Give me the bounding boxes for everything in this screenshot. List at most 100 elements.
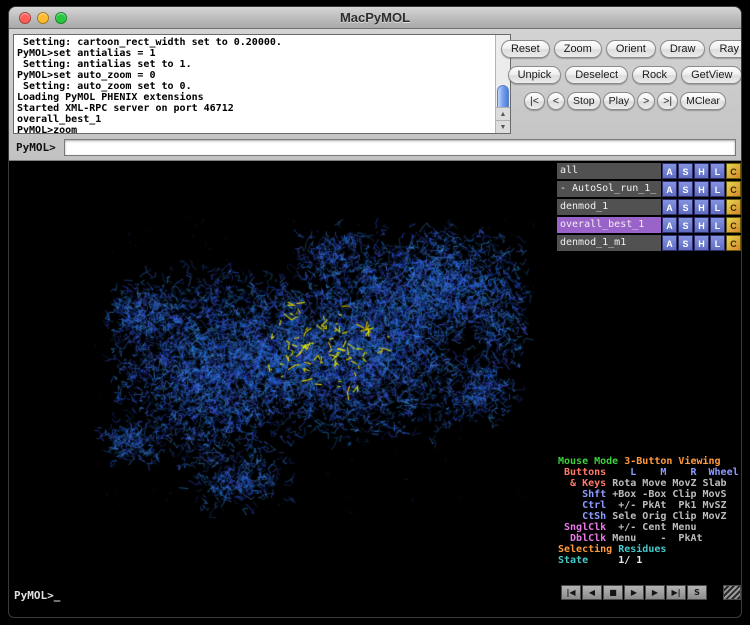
- object-menu-h[interactable]: H: [694, 181, 709, 197]
- object-menu-l[interactable]: L: [710, 199, 725, 215]
- console-line: Started XML-RPC server on port 46712: [17, 103, 492, 114]
- vcr-button-2[interactable]: ■: [603, 585, 623, 600]
- object-menu-l[interactable]: L: [710, 235, 725, 251]
- console-line: overall_best_1: [17, 114, 492, 125]
- vcr-button-5[interactable]: ▶|: [666, 585, 686, 600]
- object-row: - AutoSol_run_1_ASHLC: [557, 181, 741, 197]
- mouse-panel-text: L M R Wheel: [606, 467, 738, 478]
- ctl-play[interactable]: Play: [603, 92, 635, 110]
- object-menu-c[interactable]: C: [726, 181, 741, 197]
- ctl-zoom[interactable]: Zoom: [554, 40, 602, 58]
- object-name[interactable]: overall_best_1: [557, 217, 661, 233]
- command-prompt-row: PyMOL>: [9, 138, 741, 158]
- object-menu-s[interactable]: S: [678, 199, 693, 215]
- object-menu-h[interactable]: H: [694, 163, 709, 179]
- object-menu-a[interactable]: A: [662, 235, 677, 251]
- desktop: MacPyMOL Setting: cartoon_rect_width set…: [0, 0, 750, 625]
- object-menu-l[interactable]: L: [710, 163, 725, 179]
- viewer-area: PyMOL>_ allASHLC- AutoSol_run_1_ASHLCden…: [9, 161, 742, 618]
- mouse-panel-line: State 1/ 1: [558, 555, 739, 566]
- mouse-panel-line: SnglClk +/- Cent Menu: [558, 522, 739, 533]
- vcr-button-3[interactable]: ▶: [624, 585, 644, 600]
- object-menu-h[interactable]: H: [694, 235, 709, 251]
- ctl-unpick[interactable]: Unpick: [508, 66, 562, 84]
- mouse-panel-text: Menu - PkAt: [606, 533, 702, 544]
- macpymol-window: MacPyMOL Setting: cartoon_rect_width set…: [8, 6, 742, 618]
- vcr-button-1[interactable]: ◀: [582, 585, 602, 600]
- pymol-command-input[interactable]: [64, 139, 736, 156]
- object-menu-l[interactable]: L: [710, 181, 725, 197]
- resize-grip[interactable]: [723, 585, 741, 600]
- mouse-panel-text: SnglClk: [558, 522, 606, 533]
- mouse-panel-text: DblClk: [558, 533, 606, 544]
- mouse-panel-text: 1/ 1: [588, 555, 642, 566]
- object-menu-c[interactable]: C: [726, 235, 741, 251]
- object-row: denmod_1_m1ASHLC: [557, 235, 741, 251]
- internal-gui-sidebar: allASHLC- AutoSol_run_1_ASHLCdenmod_1ASH…: [555, 161, 742, 618]
- object-menu-a[interactable]: A: [662, 181, 677, 197]
- ctl-[interactable]: >: [637, 92, 655, 110]
- mouse-panel-line: Ctrl +/- PkAt Pk1 MvSZ: [558, 500, 739, 511]
- titlebar[interactable]: MacPyMOL: [9, 7, 741, 29]
- console-line: Setting: cartoon_rect_width set to 0.200…: [17, 37, 492, 48]
- mouse-panel-text: +/- Cent Menu: [606, 522, 696, 533]
- object-menu-s[interactable]: S: [678, 217, 693, 233]
- object-menu-c[interactable]: C: [726, 163, 741, 179]
- upper-control-panel: Setting: cartoon_rect_width set to 0.200…: [9, 29, 741, 161]
- object-name[interactable]: denmod_1: [557, 199, 661, 215]
- object-menu-h[interactable]: H: [694, 217, 709, 233]
- mouse-panel-text: & Keys: [558, 478, 606, 489]
- mouse-panel-text: +Box -Box Clip MovS: [606, 489, 726, 500]
- ctl-[interactable]: >|: [657, 92, 678, 110]
- ctl-[interactable]: |<: [524, 92, 545, 110]
- ctl-deselect[interactable]: Deselect: [565, 66, 628, 84]
- mouse-panel-line: Mouse Mode 3-Button Viewing: [558, 456, 739, 467]
- mouse-panel-text: Mouse Mode: [558, 456, 624, 467]
- mouse-panel-text: State: [558, 555, 588, 566]
- viewer-command-line[interactable]: PyMOL>_: [14, 589, 60, 602]
- mouse-panel-text: Rota Move MovZ Slab: [606, 478, 726, 489]
- object-menu-s[interactable]: S: [678, 235, 693, 251]
- console-log[interactable]: Setting: cartoon_rect_width set to 0.200…: [13, 34, 511, 134]
- mouse-panel-text: +/- PkAt Pk1 MvSZ: [606, 500, 726, 511]
- scroll-up-icon[interactable]: ▲: [496, 107, 510, 120]
- ctl-stop[interactable]: Stop: [567, 92, 601, 110]
- console-text: Setting: cartoon_rect_width set to 0.200…: [17, 37, 492, 134]
- object-menu-a[interactable]: A: [662, 199, 677, 215]
- ctl-orient[interactable]: Orient: [606, 40, 656, 58]
- ctl-rock[interactable]: Rock: [632, 66, 677, 84]
- object-row: denmod_1ASHLC: [557, 199, 741, 215]
- vcr-button-4[interactable]: ▶: [645, 585, 665, 600]
- object-menu-c[interactable]: C: [726, 199, 741, 215]
- object-name[interactable]: - AutoSol_run_1_: [557, 181, 661, 197]
- mouse-panel-text: Sele Orig Clip MovZ: [606, 511, 726, 522]
- mouse-panel-line: Shft +Box -Box Clip MovS: [558, 489, 739, 500]
- ctl-reset[interactable]: Reset: [501, 40, 550, 58]
- mouse-panel-text: Buttons: [558, 467, 606, 478]
- object-menu-s[interactable]: S: [678, 181, 693, 197]
- ctl-ray[interactable]: Ray: [709, 40, 742, 58]
- viewport-3d[interactable]: [9, 161, 555, 618]
- object-menu-l[interactable]: L: [710, 217, 725, 233]
- object-menu-s[interactable]: S: [678, 163, 693, 179]
- object-menu-h[interactable]: H: [694, 199, 709, 215]
- scroll-down-icon[interactable]: ▼: [496, 120, 510, 133]
- object-list: allASHLC- AutoSol_run_1_ASHLCdenmod_1ASH…: [557, 163, 741, 253]
- ctl-getview[interactable]: GetView: [681, 66, 742, 84]
- vcr-button-6[interactable]: S: [687, 585, 707, 600]
- vcr-button-0[interactable]: |◀: [561, 585, 581, 600]
- ctl-[interactable]: <: [547, 92, 565, 110]
- ctl-draw[interactable]: Draw: [660, 40, 706, 58]
- window-title: MacPyMOL: [9, 10, 741, 25]
- object-row: overall_best_1ASHLC: [557, 217, 741, 233]
- object-name[interactable]: all: [557, 163, 661, 179]
- object-menu-a[interactable]: A: [662, 217, 677, 233]
- object-menu-a[interactable]: A: [662, 163, 677, 179]
- mouse-panel-text: Residues: [618, 544, 666, 555]
- ctl-mclear[interactable]: MClear: [680, 92, 726, 110]
- object-name[interactable]: denmod_1_m1: [557, 235, 661, 251]
- object-menu-c[interactable]: C: [726, 217, 741, 233]
- console-line: PyMOL>set auto_zoom = 0: [17, 70, 492, 81]
- mouse-panel-text: Selecting: [558, 544, 618, 555]
- console-line: Setting: antialias set to 1.: [17, 59, 492, 70]
